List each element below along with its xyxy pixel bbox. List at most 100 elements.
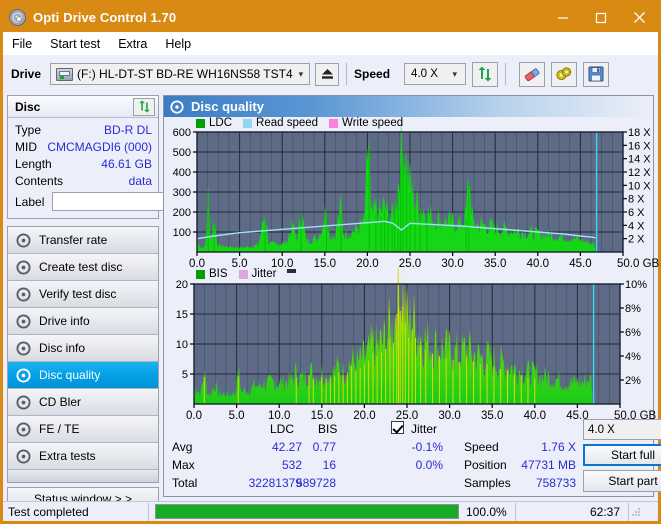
menu-file[interactable]: File — [12, 35, 41, 53]
ldc-chart-canvas[interactable]: 100 200 300 400 500 600 2 X 4 X6 X8 X 10 X12 X14… — [164, 116, 661, 274]
maximize-icon[interactable] — [582, 3, 620, 32]
sidebar-item-label: Create test disc — [39, 260, 123, 274]
stats-row-label-max: Max — [172, 458, 195, 472]
svg-text:300: 300 — [173, 187, 191, 199]
stats-col-ldc: LDC — [270, 422, 295, 436]
svg-text:16 X: 16 X — [628, 140, 651, 152]
svg-text:20: 20 — [176, 279, 188, 291]
window-title: Opti Drive Control 1.70 — [33, 10, 177, 25]
drive-icon — [56, 67, 74, 81]
legend-label-bis: BIS — [209, 268, 228, 280]
menu-extra[interactable]: Extra — [118, 35, 156, 53]
svg-text:4%: 4% — [625, 351, 641, 363]
refresh-button[interactable] — [472, 61, 499, 87]
sidebar-item-fe-te[interactable]: FE / TE — [8, 416, 158, 443]
disc-icon — [16, 421, 31, 437]
disc-row-contents: Contents data — [15, 172, 152, 189]
disc-panel-title: Disc — [15, 99, 41, 114]
chevron-down-icon: ▾ — [298, 68, 304, 79]
stats-total-bis: 589728 — [295, 476, 336, 490]
disc-value: CMCMAGDI6 (000) — [47, 139, 152, 154]
stats-col-bis: BIS — [318, 422, 338, 436]
sidebar-item-cd-bler[interactable]: CD Bler — [8, 389, 158, 416]
erase-icon — [524, 67, 540, 81]
svg-text:100: 100 — [173, 227, 191, 239]
close-icon[interactable] — [620, 3, 658, 32]
toolbar-divider-2 — [505, 63, 507, 85]
legend-swatch-jitter — [238, 269, 248, 279]
bis-jitter-chart: BIS Jitter 5 10 15 20 2% 4% 6% 8% 10% 0.0 5.0 10.0 1… — [164, 245, 661, 426]
svg-text:15: 15 — [176, 309, 188, 321]
resize-grip[interactable] — [629, 503, 643, 521]
disc-value: data — [128, 173, 152, 188]
stats-max-jitter: 0.0% — [415, 458, 443, 472]
progress-fill — [156, 505, 458, 518]
speed-stat-value: 1.76 X — [541, 440, 576, 454]
position-stat-label: Position — [464, 458, 507, 472]
menu-start-test[interactable]: Start test — [50, 35, 109, 53]
speed-stat-label: Speed — [464, 440, 499, 454]
title-bar: Opti Drive Control 1.70 — [3, 3, 658, 32]
legend-swatch-write-speed — [329, 118, 339, 128]
sidebar-item-label: Drive info — [39, 314, 90, 328]
start-full-button[interactable]: Start full — [583, 444, 661, 466]
sidebar-item-disc-quality[interactable]: Disc quality — [8, 362, 158, 389]
samples-stat-value: 758733 — [535, 476, 576, 490]
start-part-button[interactable]: Start part — [583, 470, 661, 492]
statusbar-divider-1 — [148, 502, 149, 521]
disc-icon — [16, 340, 31, 356]
nav-filler — [8, 470, 158, 482]
disc-icon — [16, 394, 31, 410]
svg-text:600: 600 — [173, 127, 191, 139]
sidebar-item-drive-info[interactable]: Drive info — [8, 308, 158, 335]
disc-row-label: Label — [15, 190, 257, 213]
stats-max-ldc: 532 — [281, 458, 302, 472]
stats-avg-jitter: -0.1% — [411, 440, 443, 454]
sidebar-item-extra-tests[interactable]: Extra tests — [8, 443, 158, 470]
ldc-chart-legend: LDC Read speed Write speed — [196, 117, 410, 129]
disc-icon — [16, 367, 31, 383]
erase-button[interactable] — [519, 61, 546, 87]
disc-icon — [16, 286, 31, 302]
settings-button[interactable] — [551, 61, 578, 87]
sidebar-item-label: FE / TE — [39, 422, 80, 436]
toolbar-divider-1 — [346, 63, 348, 85]
sidebar-item-transfer-rate[interactable]: Transfer rate — [8, 227, 158, 254]
svg-text:12 X: 12 X — [628, 167, 651, 179]
app-icon — [9, 9, 26, 26]
save-button[interactable] — [583, 61, 610, 87]
svg-text:14 X: 14 X — [628, 154, 651, 166]
sidebar-item-create-test-disc[interactable]: Create test disc — [8, 254, 158, 281]
svg-text:8%: 8% — [625, 303, 641, 315]
refresh-icon — [478, 66, 492, 82]
jitter-label: Jitter — [411, 422, 438, 436]
status-bar: Test completed 100.0% 62:37 — [3, 501, 658, 521]
svg-text:200: 200 — [173, 207, 191, 219]
progress-bar — [155, 504, 459, 519]
resize-grip-icon — [631, 508, 640, 516]
ldc-chart: LDC Read speed Write speed 100 200 300 400 5… — [164, 116, 661, 274]
minimize-icon[interactable] — [544, 3, 582, 32]
sidebar-item-disc-info[interactable]: Disc info — [8, 335, 158, 362]
drive-select[interactable]: (F:) HL-DT-ST BD-RE WH16NS58 TST4 ▾ — [50, 63, 311, 85]
drive-select-value: (F:) HL-DT-ST BD-RE WH16NS58 TST4 — [77, 67, 293, 81]
sidebar-item-verify-test-disc[interactable]: Verify test disc — [8, 281, 158, 308]
panel-header: Disc quality — [164, 96, 653, 117]
disc-icon — [170, 99, 184, 114]
disc-value: BD-R DL — [103, 122, 152, 137]
disc-refresh-button[interactable] — [133, 97, 155, 116]
bis-chart-canvas[interactable]: 51015202%4%6%8%10%0.0 5.0 10.0 15.0 20.0 25.0… — [164, 245, 661, 426]
test-speed-select[interactable]: 4.0 X ▾ — [583, 419, 661, 440]
legend-label-read-speed: Read speed — [256, 117, 319, 129]
eject-button[interactable] — [315, 62, 340, 86]
speed-select[interactable]: 4.0 X ▾ — [404, 63, 467, 85]
sidebar-item-label: Transfer rate — [39, 233, 108, 247]
legend-label-ldc: LDC — [209, 117, 233, 129]
jitter-checkbox[interactable] — [391, 421, 404, 434]
menu-help[interactable]: Help — [165, 35, 200, 53]
legend-label-write-speed: Write speed — [342, 117, 404, 129]
svg-text:4 X: 4 X — [628, 220, 645, 232]
svg-text:8 X: 8 X — [628, 194, 645, 206]
svg-text:10: 10 — [176, 339, 188, 351]
app-window: Opti Drive Control 1.70 File Start test … — [0, 0, 661, 524]
